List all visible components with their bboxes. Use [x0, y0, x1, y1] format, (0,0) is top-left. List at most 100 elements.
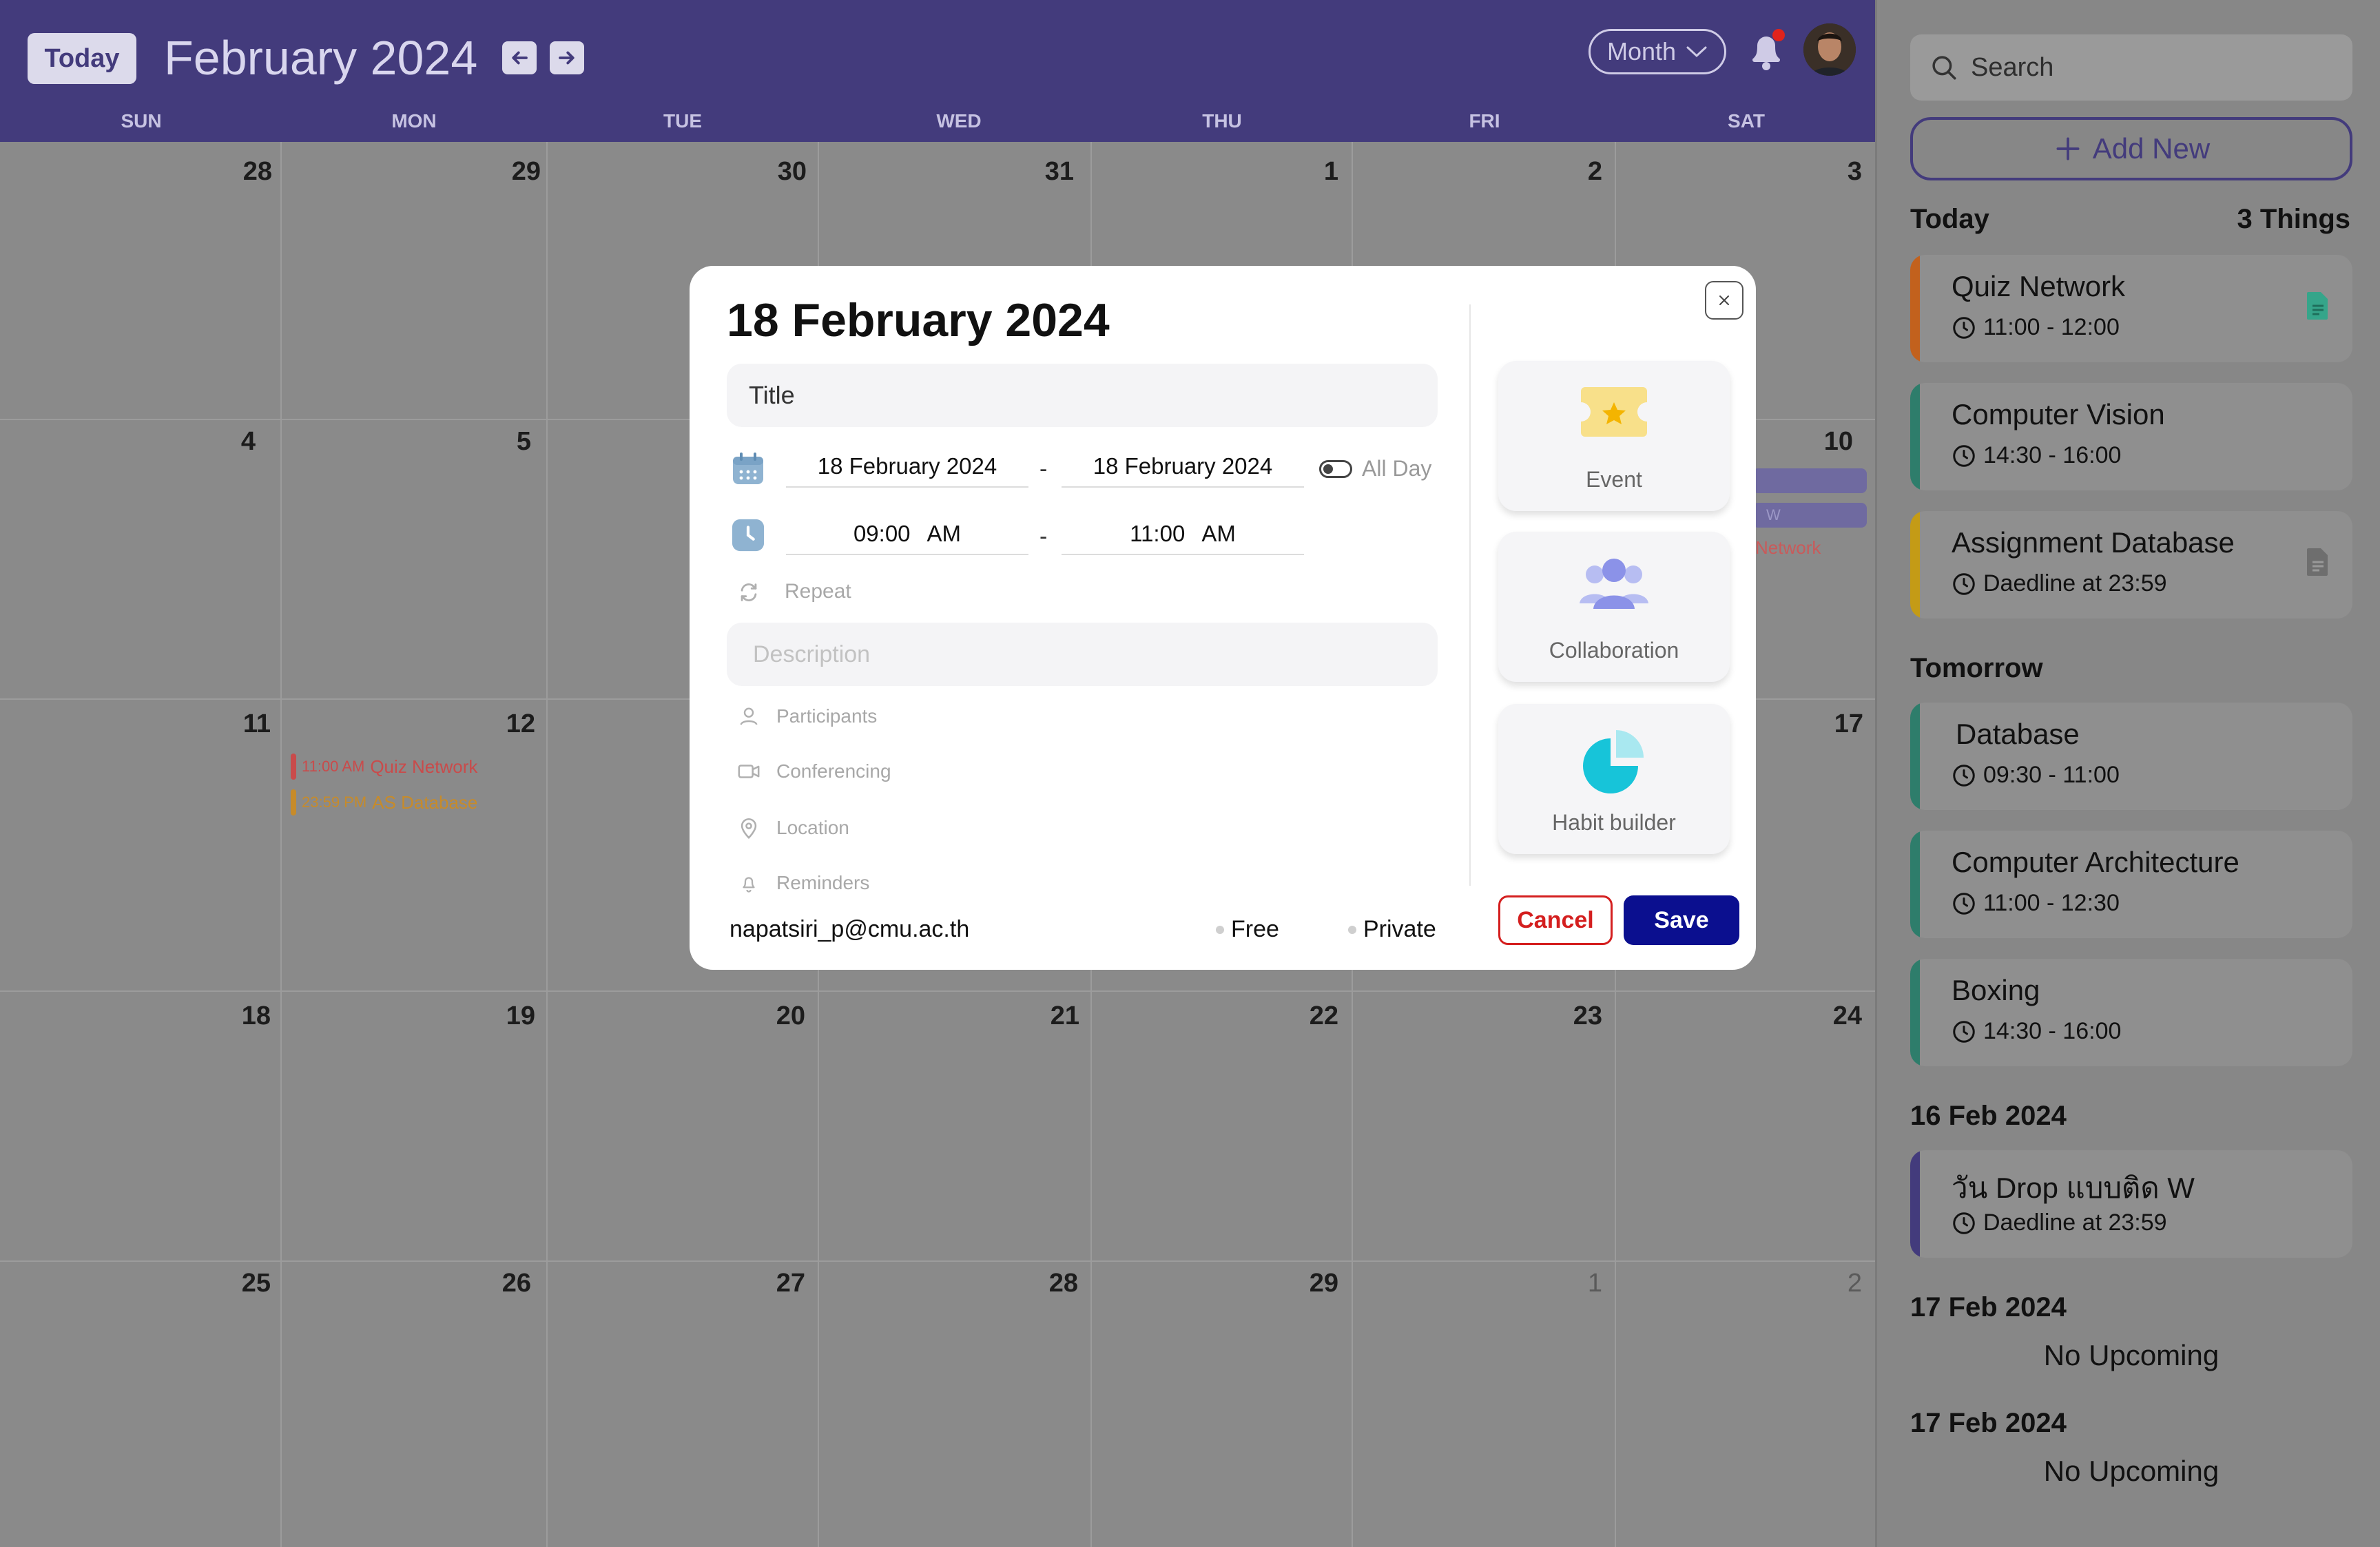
pie-chart-icon [1498, 725, 1730, 793]
user-avatar[interactable] [1803, 23, 1856, 76]
day-cell-number[interactable]: 4 [187, 427, 256, 457]
reminders-option[interactable]: Reminders [776, 872, 869, 894]
day-cell-number[interactable]: 1 [1270, 157, 1338, 187]
date-range-dash: - [1039, 456, 1048, 482]
grid-event-network[interactable]: Network [1755, 537, 1821, 559]
task-card-assignment-database[interactable]: Assignment Database Daedline at 23:59 [1910, 511, 2352, 619]
day-cell-number[interactable]: 31 [1005, 157, 1074, 187]
notifications-button[interactable] [1746, 28, 1787, 73]
clock-icon [729, 517, 767, 554]
day-cell-number[interactable]: 12 [466, 709, 535, 739]
task-card-boxing[interactable]: Boxing 14:30 - 16:00 [1910, 959, 2352, 1066]
arrow-right-icon [559, 51, 575, 65]
day-cell-number[interactable]: 11 [202, 709, 271, 739]
add-new-button[interactable]: Add New [1910, 117, 2352, 180]
task-card-computer-vision[interactable]: Computer Vision 14:30 - 16:00 [1910, 383, 2352, 490]
task-name: Boxing [1952, 974, 2040, 1006]
day-cell-number[interactable]: 21 [1011, 1001, 1079, 1031]
task-name: Computer Vision [1952, 398, 2165, 430]
dialog-divider [1469, 304, 1471, 886]
repeat-option[interactable]: Repeat [785, 580, 851, 603]
event-color-bar [291, 754, 296, 780]
type-habit-builder-card[interactable]: Habit builder [1498, 704, 1730, 854]
task-card-database[interactable]: Database 09:30 - 11:00 [1910, 703, 2352, 810]
task-time: 14:30 - 16:00 [1952, 442, 2121, 469]
type-event-card[interactable]: Event [1498, 361, 1730, 511]
day-cell-number[interactable]: 24 [1793, 1001, 1862, 1031]
private-option[interactable]: Private [1348, 916, 1436, 943]
conferencing-option[interactable]: Conferencing [776, 760, 891, 782]
description-input[interactable] [727, 623, 1438, 686]
radio-dot[interactable] [1216, 925, 1224, 934]
toggle-switch[interactable] [1319, 459, 1352, 478]
task-time-text: Daedline at 23:59 [1983, 570, 2167, 596]
view-select-label: Month [1607, 37, 1677, 65]
grid-event-w-label: W [1766, 506, 1781, 523]
next-month-button[interactable] [550, 41, 584, 74]
task-accent-bar [1910, 255, 1920, 362]
grid-event-w[interactable]: W [1752, 503, 1867, 528]
task-name: Database [1956, 718, 2080, 750]
cancel-button[interactable]: Cancel [1498, 895, 1613, 945]
grid-event-title: Quiz Network [370, 756, 478, 777]
location-option[interactable]: Location [776, 817, 849, 839]
end-time-field[interactable]: 11:00 AM [1062, 514, 1304, 555]
dialog-date-title: 18 February 2024 [727, 294, 1110, 346]
day-cell-number[interactable]: 28 [203, 157, 272, 187]
grid-divider [546, 142, 548, 1547]
today-button[interactable]: Today [28, 33, 136, 84]
day-cell-number[interactable]: 3 [1793, 157, 1862, 187]
clock-icon [1953, 444, 1975, 467]
all-day-toggle[interactable]: All Day [1319, 456, 1431, 481]
doc-green-icon[interactable] [2306, 291, 2330, 324]
day-cell-number[interactable]: 29 [1270, 1269, 1338, 1298]
close-button[interactable] [1705, 281, 1743, 320]
end-time-value: 11:00 [1130, 521, 1186, 546]
view-select[interactable]: Month [1589, 29, 1726, 74]
task-accent-bar [1910, 383, 1920, 490]
participants-option[interactable]: Participants [776, 705, 877, 727]
search-input[interactable] [1971, 52, 2343, 83]
feb17-heading: 17 Feb 2024 [1910, 1292, 2067, 1322]
day-cell-number[interactable]: 17 [1794, 709, 1863, 739]
end-date-field[interactable]: 18 February 2024 [1062, 446, 1304, 488]
prev-month-button[interactable] [502, 41, 537, 74]
day-cell-number[interactable]: 1 [1533, 1269, 1602, 1298]
group-icon [1498, 552, 1730, 616]
day-cell-number[interactable]: 30 [738, 157, 807, 187]
day-cell-number[interactable]: 29 [472, 157, 541, 187]
grid-event-bar[interactable] [1752, 468, 1867, 493]
weekday-sun: SUN [121, 110, 162, 132]
day-cell-number[interactable]: 18 [202, 1001, 271, 1031]
task-card-drop-w[interactable]: วัน Drop แบบติด W Daedline at 23:59 [1910, 1150, 2352, 1258]
day-cell-number[interactable]: 2 [1533, 157, 1602, 187]
title-input[interactable] [727, 364, 1438, 427]
day-cell-number[interactable]: 25 [202, 1269, 271, 1298]
grid-event-quiz-network[interactable]: 11:00 AM Quiz Network [291, 754, 477, 780]
type-collaboration-card[interactable]: Collaboration [1498, 532, 1730, 682]
search-box[interactable] [1910, 34, 2352, 101]
start-date-value: 18 February 2024 [817, 453, 997, 479]
task-time: Daedline at 23:59 [1952, 570, 2167, 597]
day-cell-number[interactable]: 2 [1793, 1269, 1862, 1298]
save-button[interactable]: Save [1624, 895, 1739, 945]
day-cell-number[interactable]: 27 [736, 1269, 805, 1298]
day-cell-number[interactable]: 10 [1784, 427, 1853, 457]
day-cell-number[interactable]: 22 [1270, 1001, 1338, 1031]
radio-dot[interactable] [1348, 925, 1356, 934]
doc-gray-icon[interactable] [2306, 547, 2330, 581]
day-cell-number[interactable]: 19 [466, 1001, 535, 1031]
task-time-text: 11:00 - 12:00 [1983, 314, 2120, 340]
free-option[interactable]: Free [1216, 916, 1279, 943]
start-date-field[interactable]: 18 February 2024 [786, 446, 1028, 488]
day-cell-number[interactable]: 26 [462, 1269, 531, 1298]
day-cell-number[interactable]: 23 [1533, 1001, 1602, 1031]
day-cell-number[interactable]: 5 [462, 427, 531, 457]
day-cell-number[interactable]: 20 [736, 1001, 805, 1031]
start-time-field[interactable]: 09:00 AM [786, 514, 1028, 555]
end-time-ampm: AM [1201, 521, 1236, 546]
day-cell-number[interactable]: 28 [1009, 1269, 1078, 1298]
grid-event-as-database[interactable]: 23:59 PM AS Database [291, 789, 477, 816]
task-card-computer-architecture[interactable]: Computer Architecture 11:00 - 12:30 [1910, 831, 2352, 938]
task-card-quiz-network[interactable]: Quiz Network 11:00 - 12:00 [1910, 255, 2352, 362]
